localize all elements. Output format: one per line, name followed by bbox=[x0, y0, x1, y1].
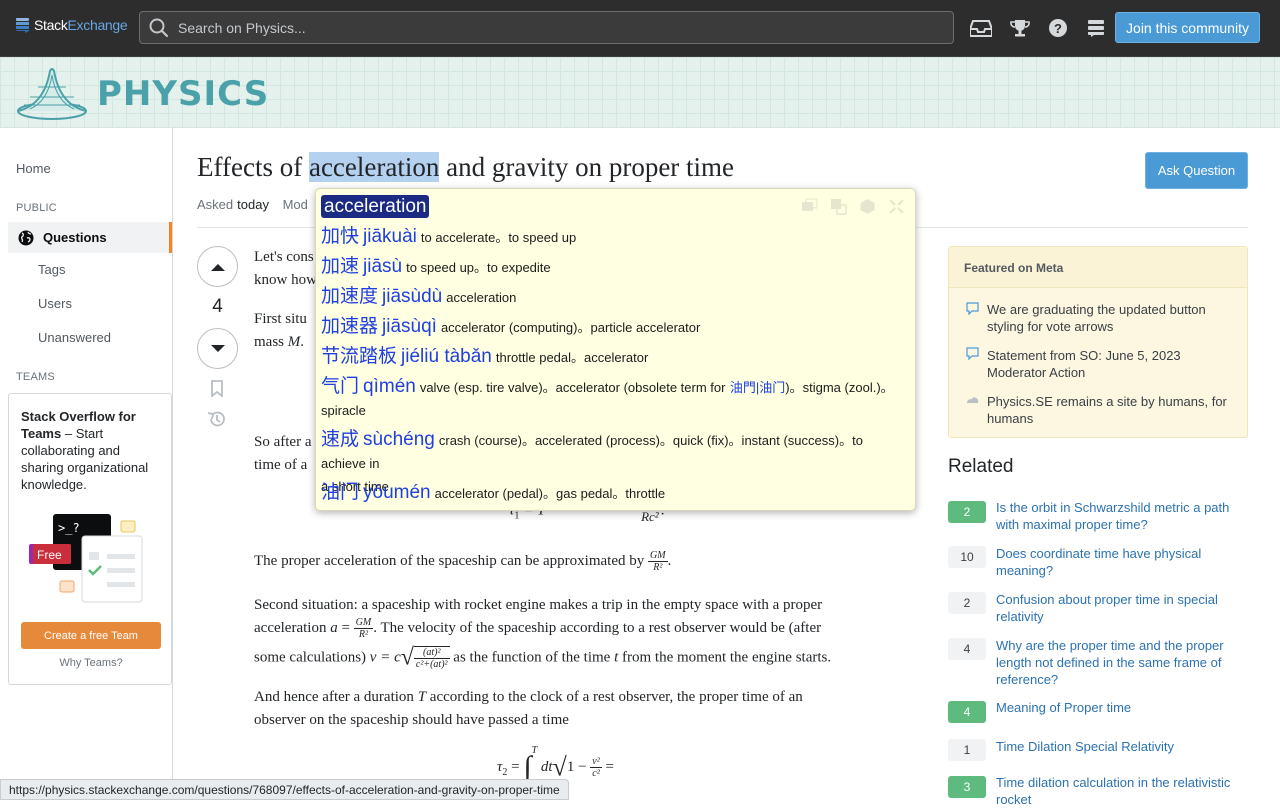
post-paragraph-5: Second situation: a spaceship with rocke… bbox=[254, 597, 832, 671]
search-placeholder: Search on Physics... bbox=[178, 19, 306, 36]
site-switcher-icon[interactable] bbox=[1085, 17, 1107, 39]
history-icon[interactable] bbox=[207, 410, 226, 428]
dictionary-entry: 油门 yóumén accelerator (pedal)。gas pedal。th… bbox=[321, 482, 666, 503]
status-bar-url: https://physics.stackexchange.com/questi… bbox=[0, 779, 569, 800]
featured-on-meta: Featured on Meta We are graduating the u… bbox=[948, 246, 1248, 438]
nav-home[interactable]: Home bbox=[16, 161, 51, 176]
question-meta: Asked today Mod bbox=[197, 197, 308, 212]
popup-toolbar bbox=[801, 198, 905, 215]
title-selected-word: acceleration bbox=[308, 152, 440, 182]
translate-icon[interactable] bbox=[830, 198, 847, 215]
nav-section-public: PUBLIC bbox=[16, 202, 57, 214]
teams-promo-text: Stack Overflow for Teams – Start collabo… bbox=[21, 408, 161, 493]
related-link[interactable]: Confusion about proper time in special r… bbox=[996, 591, 1248, 625]
vote-count: 4 bbox=[212, 296, 223, 317]
title-part-1: Effects of bbox=[197, 152, 309, 182]
nav-questions-label: Questions bbox=[43, 230, 107, 245]
left-sidebar: Home PUBLIC Questions Tags Users Unanswe… bbox=[0, 128, 173, 800]
physics-logo-icon[interactable] bbox=[16, 65, 88, 121]
top-bar: StackExchange Search on Physics... ? Joi… bbox=[0, 0, 1280, 57]
arrow-down-icon bbox=[210, 344, 225, 352]
related-link[interactable]: Time dilation calculation in the relativ… bbox=[996, 774, 1248, 808]
upvote-button[interactable] bbox=[197, 246, 238, 287]
dictionary-entry: 加速度 jiāsùdù acceleration bbox=[321, 286, 517, 307]
search-input[interactable]: Search on Physics... bbox=[139, 11, 954, 44]
related-score: 3 bbox=[948, 776, 986, 798]
svg-text:>_?: >_? bbox=[58, 521, 80, 535]
inbox-icon[interactable] bbox=[970, 17, 992, 39]
related-score: 2 bbox=[948, 592, 986, 614]
nav-tags[interactable]: Tags bbox=[38, 262, 65, 277]
nav-unanswered[interactable]: Unanswered bbox=[38, 330, 111, 345]
anki-icon[interactable] bbox=[859, 198, 876, 215]
create-team-button[interactable]: Create a free Team bbox=[21, 622, 161, 649]
related-score: 1 bbox=[948, 739, 986, 761]
related-score: 4 bbox=[948, 701, 986, 723]
downvote-button[interactable] bbox=[197, 328, 238, 369]
related-score: 10 bbox=[948, 546, 986, 568]
nav-section-teams: TEAMS bbox=[16, 371, 55, 383]
dictionary-popup: acceleration 加快 jiākuài to accelerate。to s… bbox=[315, 188, 916, 511]
title-part-2: and gravity on proper time bbox=[439, 152, 735, 182]
related-score: 4 bbox=[948, 638, 986, 660]
teams-free-badge: Free bbox=[37, 548, 62, 562]
why-teams-link[interactable]: Why Teams? bbox=[9, 657, 173, 669]
asked-value: today bbox=[237, 197, 269, 212]
related-link[interactable]: Meaning of Proper time bbox=[996, 699, 1248, 716]
help-icon[interactable]: ? bbox=[1047, 17, 1069, 39]
globe-icon bbox=[18, 230, 34, 245]
stackexchange-logo-icon bbox=[16, 17, 29, 33]
dictionary-entry: 节流踏板 jiéliú tàbǎn throttle pedal。accelerat… bbox=[321, 346, 649, 367]
featured-item[interactable]: Statement from SO: June 5, 2023 Moderato… bbox=[987, 347, 1237, 381]
featured-item[interactable]: Physics.SE remains a site by humans, for… bbox=[987, 393, 1237, 427]
ask-question-button[interactable]: Ask Question bbox=[1145, 152, 1248, 189]
post-paragraph-4: The proper acceleration of the spaceship… bbox=[254, 550, 672, 574]
bookmark-icon[interactable] bbox=[210, 380, 224, 397]
join-community-button[interactable]: Join this community bbox=[1115, 12, 1260, 43]
related-link[interactable]: Why are the proper time and the proper l… bbox=[996, 637, 1248, 688]
math-var: M bbox=[287, 334, 301, 350]
asked-label: Asked bbox=[197, 197, 234, 212]
featured-heading: Featured on Meta bbox=[949, 247, 1247, 288]
stackexchange-logo[interactable]: StackExchange bbox=[16, 17, 128, 33]
popup-lookup-word: acceleration bbox=[321, 195, 430, 218]
teams-promo: Stack Overflow for Teams – Start collabo… bbox=[8, 393, 172, 685]
dictionary-entry: 加快 jiākuài to accelerate。to speed up bbox=[321, 226, 577, 247]
nav-users[interactable]: Users bbox=[38, 296, 72, 311]
related-heading: Related bbox=[948, 456, 1014, 477]
site-name[interactable]: PHYSICS bbox=[97, 74, 269, 114]
dictionary-entry: 加速 jiāsù to speed up。to expedite bbox=[321, 256, 551, 277]
trophy-icon[interactable] bbox=[1009, 17, 1031, 39]
settings-icon[interactable] bbox=[888, 198, 905, 215]
copy-icon[interactable] bbox=[801, 198, 818, 215]
svg-text:?: ? bbox=[1054, 21, 1062, 36]
comment-icon bbox=[966, 347, 979, 360]
dictionary-entry: 加速器 jiāsùqì accelerator (computing)。partic… bbox=[321, 316, 701, 337]
comment-icon bbox=[966, 302, 979, 315]
post-paragraph-6: And hence after a duration T according t… bbox=[254, 689, 803, 728]
nav-questions[interactable]: Questions bbox=[8, 222, 172, 253]
site-banner: PHYSICS bbox=[0, 57, 1280, 128]
featured-item[interactable]: We are graduating the updated button sty… bbox=[987, 301, 1237, 335]
logo-text-exchange: Exchange bbox=[67, 17, 128, 33]
dictionary-crossref-link[interactable]: 油門|油门 bbox=[730, 380, 785, 395]
arrow-up-icon bbox=[210, 263, 225, 271]
related-link[interactable]: Is the orbit in Schwarzshild metric a pa… bbox=[996, 499, 1248, 533]
stack-exchange-icon bbox=[967, 397, 979, 403]
related-score: 2 bbox=[948, 501, 986, 523]
related-link[interactable]: Time Dilation Special Relativity bbox=[996, 738, 1248, 755]
dictionary-entry: 气门 qìmén valve (esp. tire valve)。accelerat… bbox=[321, 376, 894, 418]
modified-label: Mod bbox=[282, 197, 308, 212]
logo-text-stack: Stack bbox=[34, 17, 68, 33]
question-title[interactable]: Effects of acceleration and gravity on p… bbox=[197, 152, 734, 183]
teams-illustration: >_? Free bbox=[29, 514, 143, 603]
related-link[interactable]: Does coordinate time have physical meani… bbox=[996, 545, 1248, 579]
search-icon bbox=[149, 18, 169, 37]
